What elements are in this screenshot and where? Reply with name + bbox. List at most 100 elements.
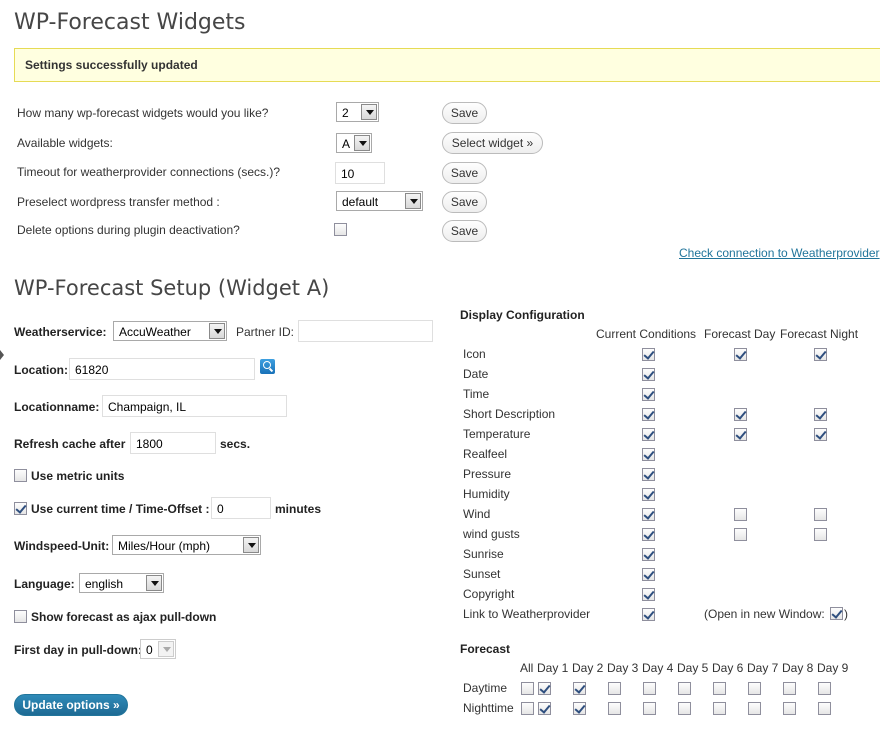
forecast-nighttime-checkbox[interactable] <box>748 702 761 715</box>
chevron-down-icon <box>158 641 174 657</box>
weatherservice-select[interactable]: AccuWeather <box>113 321 227 341</box>
transfer-method-select[interactable]: default <box>336 191 423 211</box>
forecast-daytime-checkbox[interactable] <box>783 682 796 695</box>
forecast-daytime-checkbox[interactable] <box>608 682 621 695</box>
display-row-label: Sunset <box>463 567 501 581</box>
wind-night-checkbox[interactable] <box>814 508 827 521</box>
forecast-nighttime-checkbox[interactable] <box>643 702 656 715</box>
display-row-label: Date <box>463 367 489 381</box>
select-widget-button[interactable]: Select widget » <box>442 132 543 154</box>
realfeel-current-checkbox[interactable] <box>642 448 655 461</box>
windspeed-unit-select[interactable]: Miles/Hour (mph) <box>112 535 261 555</box>
date-current-checkbox[interactable] <box>642 368 655 381</box>
timeout-label: Timeout for weatherprovider connections … <box>17 165 281 179</box>
time-offset-input[interactable]: 0 <box>211 497 271 519</box>
icon-night-checkbox[interactable] <box>814 348 827 361</box>
forecast-daytime-checkbox[interactable] <box>818 682 831 695</box>
save-delete-button[interactable]: Save <box>442 220 487 242</box>
display-row-label: Sunrise <box>463 547 504 561</box>
partner-id-label: Partner ID: <box>236 325 295 339</box>
forecast-nighttime-checkbox[interactable] <box>783 702 796 715</box>
collapse-arrow-icon[interactable] <box>0 350 4 360</box>
icon-current-checkbox[interactable] <box>642 348 655 361</box>
forecast-nighttime-checkbox[interactable] <box>608 702 621 715</box>
open-new-window-checkbox[interactable] <box>830 607 843 620</box>
pressure-current-checkbox[interactable] <box>642 468 655 481</box>
sunrise-current-checkbox[interactable] <box>642 548 655 561</box>
forecast-daytime-checkbox[interactable] <box>748 682 761 695</box>
forecast-daytime-checkbox[interactable] <box>538 682 551 695</box>
link-to-weatherprovider-current-checkbox[interactable] <box>642 608 655 621</box>
wind-gusts-day-checkbox[interactable] <box>734 528 747 541</box>
timeout-input[interactable]: 10 <box>335 162 385 184</box>
refresh-cache-input[interactable]: 1800 <box>130 432 216 454</box>
wind-current-checkbox[interactable] <box>642 508 655 521</box>
transfer-method-label: Preselect wordpress transfer method : <box>17 195 220 209</box>
temperature-day-checkbox[interactable] <box>734 428 747 441</box>
check-connection-link[interactable]: Check connection to Weatherprovider <box>679 246 880 260</box>
short-description-day-checkbox[interactable] <box>734 408 747 421</box>
metric-units-checkbox[interactable] <box>14 469 27 482</box>
locationname-input[interactable]: Champaign, IL <box>102 395 287 417</box>
partner-id-input[interactable] <box>298 320 433 342</box>
forecast-nighttime-checkbox[interactable] <box>573 702 586 715</box>
save-transfer-button[interactable]: Save <box>442 191 487 213</box>
wind-gusts-night-checkbox[interactable] <box>814 528 827 541</box>
forecast-header: Day 2 <box>572 661 604 675</box>
forecast-daytime-checkbox[interactable] <box>573 682 586 695</box>
short-description-night-checkbox[interactable] <box>814 408 827 421</box>
col-current-conditions: Current Conditions <box>596 327 697 341</box>
forecast-nighttime-checkbox[interactable] <box>713 702 726 715</box>
forecast-nighttime-checkbox[interactable] <box>678 702 691 715</box>
time-current-checkbox[interactable] <box>642 388 655 401</box>
timeout-value: 10 <box>341 167 355 181</box>
col-forecast-night: Forecast Night <box>780 327 859 341</box>
forecast-header: Day 1 <box>537 661 569 675</box>
available-widgets-select[interactable]: A <box>336 133 372 153</box>
wind-gusts-current-checkbox[interactable] <box>642 528 655 541</box>
first-day-select[interactable]: 0 <box>140 639 176 659</box>
chevron-down-icon <box>209 323 225 339</box>
forecast-daytime-checkbox[interactable] <box>643 682 656 695</box>
delete-options-label: Delete options during plugin deactivatio… <box>17 223 240 237</box>
temperature-current-checkbox[interactable] <box>642 428 655 441</box>
forecast-nighttime-checkbox[interactable] <box>521 702 534 715</box>
display-row-label: Link to Weatherprovider <box>463 607 591 621</box>
col-forecast-day: Forecast Day <box>704 327 776 341</box>
forecast-daytime-checkbox[interactable] <box>713 682 726 695</box>
forecast-header: Day 7 <box>747 661 779 675</box>
widget-count-select[interactable]: 2 <box>336 102 379 122</box>
forecast-nighttime-checkbox[interactable] <box>818 702 831 715</box>
refresh-cache-value: 1800 <box>136 437 163 451</box>
temperature-night-checkbox[interactable] <box>814 428 827 441</box>
location-input[interactable]: 61820 <box>69 358 255 380</box>
wind-day-checkbox[interactable] <box>734 508 747 521</box>
delete-options-checkbox[interactable] <box>334 223 347 236</box>
location-value: 61820 <box>75 363 109 377</box>
icon-day-checkbox[interactable] <box>734 348 747 361</box>
current-time-checkbox[interactable] <box>14 502 27 515</box>
chevron-down-icon <box>405 193 421 209</box>
language-select[interactable]: english <box>79 573 164 593</box>
save-widget-count-button[interactable]: Save <box>442 102 487 124</box>
open-new-window-close: ) <box>844 607 848 621</box>
humidity-current-checkbox[interactable] <box>642 488 655 501</box>
ajax-pulldown-checkbox[interactable] <box>14 610 27 623</box>
copyright-current-checkbox[interactable] <box>642 588 655 601</box>
display-row-label: Temperature <box>463 427 531 441</box>
transfer-method-value: default <box>342 195 379 209</box>
forecast-daytime-checkbox[interactable] <box>678 682 691 695</box>
forecast-header: Day 9 <box>817 661 849 675</box>
update-options-button[interactable]: Update options » <box>14 694 128 716</box>
forecast-daytime-checkbox[interactable] <box>521 682 534 695</box>
page-title: WP-Forecast Widgets <box>14 10 246 35</box>
sunset-current-checkbox[interactable] <box>642 568 655 581</box>
notice-text: Settings successfully updated <box>25 58 198 72</box>
widget-count-value: 2 <box>342 106 349 120</box>
save-timeout-button[interactable]: Save <box>442 162 487 184</box>
forecast-row-label: Nighttime <box>463 701 514 715</box>
metric-units-label: Use metric units <box>31 469 125 483</box>
short-description-current-checkbox[interactable] <box>642 408 655 421</box>
search-icon[interactable] <box>260 359 275 374</box>
forecast-nighttime-checkbox[interactable] <box>538 702 551 715</box>
